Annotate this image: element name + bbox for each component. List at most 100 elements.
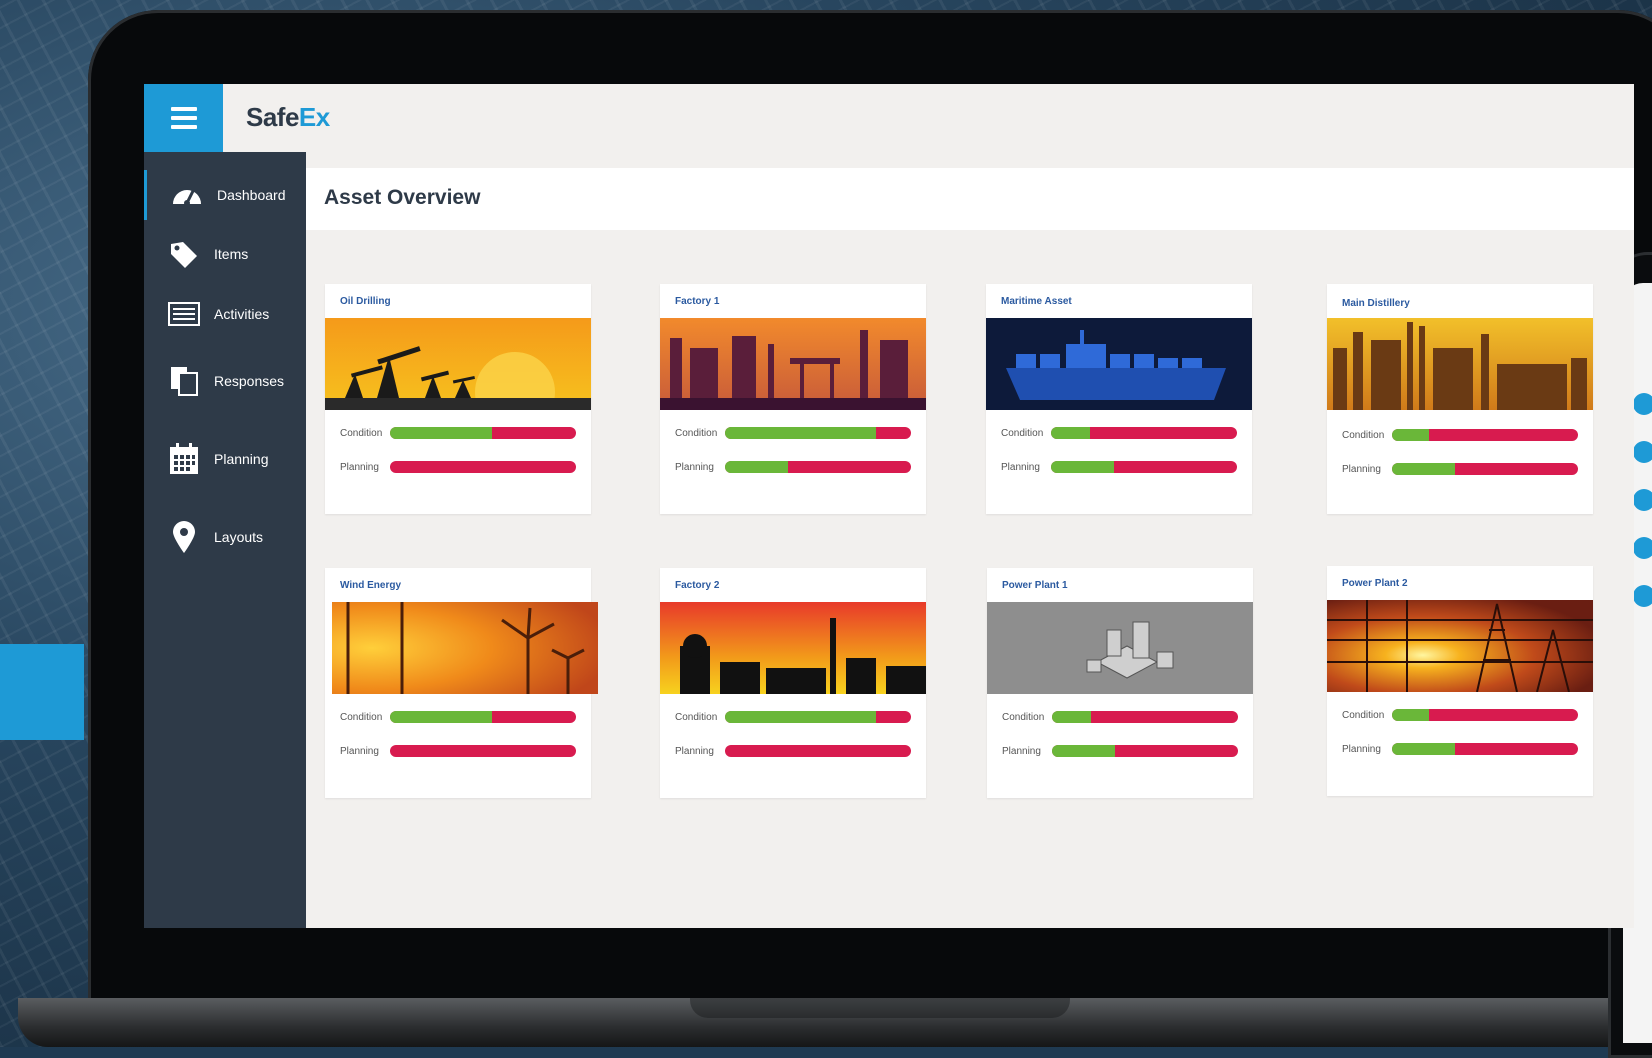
background-accent-block bbox=[0, 644, 84, 740]
app-logo: SafeEx bbox=[246, 102, 330, 133]
metric-label: Condition bbox=[1001, 427, 1044, 439]
hamburger-menu-button[interactable] bbox=[144, 84, 223, 152]
phone-icon bbox=[1633, 537, 1652, 559]
planning-bar bbox=[1392, 463, 1578, 475]
metric-label: Planning bbox=[340, 745, 379, 757]
asset-card-power-plant-2[interactable]: Power Plant 2 Condition Planning bbox=[1327, 566, 1593, 796]
metric-label: Condition bbox=[675, 427, 718, 439]
condition-bar-fill bbox=[725, 427, 876, 439]
planning-metric: Planning bbox=[675, 744, 915, 758]
metric-label: Planning bbox=[675, 461, 714, 473]
sidebar-item-layouts[interactable]: Layouts bbox=[144, 512, 306, 562]
planning-metric: Planning bbox=[1342, 742, 1582, 756]
asset-card-factory-1[interactable]: Factory 1 Condition Planning bbox=[660, 284, 926, 514]
metric-label: Planning bbox=[1001, 461, 1040, 473]
planning-bar bbox=[1051, 461, 1237, 473]
metric-label: Condition bbox=[1342, 429, 1385, 441]
logo-text-ex: Ex bbox=[298, 102, 330, 132]
metric-label: Condition bbox=[1342, 709, 1385, 721]
asset-card-title: Main Distillery bbox=[1342, 298, 1410, 309]
condition-metric: Condition bbox=[1342, 708, 1582, 722]
list-icon bbox=[166, 296, 202, 332]
condition-bar bbox=[390, 427, 576, 439]
planning-metric: Planning bbox=[1001, 460, 1241, 474]
sidebar-item-label: Activities bbox=[214, 306, 270, 322]
asset-card-title: Power Plant 2 bbox=[1342, 578, 1408, 589]
planning-bar-fill bbox=[1392, 463, 1456, 475]
condition-bar bbox=[1392, 429, 1578, 441]
planning-bar bbox=[1392, 743, 1578, 755]
planning-bar bbox=[390, 461, 576, 473]
power-plant-2-image bbox=[1327, 600, 1593, 692]
planning-bar bbox=[390, 745, 576, 757]
main-distillery-image bbox=[1327, 318, 1593, 410]
sidebar-item-activities[interactable]: Activities bbox=[144, 289, 306, 339]
app-screen: SafeEx Dashboard Items Activities Respon… bbox=[144, 84, 1634, 928]
metric-label: Condition bbox=[1002, 711, 1045, 723]
metric-label: Planning bbox=[1342, 743, 1381, 755]
asset-card-main-distillery[interactable]: Main Distillery Condition Planning bbox=[1327, 284, 1593, 514]
sidebar-item-planning[interactable]: Planning bbox=[144, 434, 306, 484]
planning-metric: Planning bbox=[675, 460, 915, 474]
metric-label: Planning bbox=[1002, 745, 1041, 757]
maritime-asset-image bbox=[986, 318, 1252, 410]
asset-card-maritime-asset[interactable]: Maritime Asset Condition Planning bbox=[986, 284, 1252, 514]
condition-metric: Condition bbox=[675, 426, 915, 440]
condition-metric: Condition bbox=[340, 426, 580, 440]
sidebar-item-label: Dashboard bbox=[217, 187, 286, 203]
asset-card-oil-drilling[interactable]: Oil Drilling Condition Planning bbox=[325, 284, 591, 514]
planning-bar-fill bbox=[725, 461, 789, 473]
planning-bar bbox=[725, 745, 911, 757]
tags-icon bbox=[166, 236, 202, 272]
asset-card-title: Power Plant 1 bbox=[1002, 580, 1068, 591]
condition-bar bbox=[725, 427, 911, 439]
sidebar-item-dashboard[interactable]: Dashboard bbox=[144, 170, 309, 220]
planning-bar bbox=[725, 461, 911, 473]
asset-card-wind-energy[interactable]: Wind Energy Condition Planning bbox=[325, 568, 598, 798]
metric-label: Planning bbox=[340, 461, 379, 473]
documents-icon bbox=[166, 363, 202, 399]
sidebar-item-label: Responses bbox=[214, 373, 285, 389]
factory-2-image bbox=[660, 602, 926, 694]
condition-bar-fill bbox=[1392, 429, 1430, 441]
sidebar-item-label: Items bbox=[214, 246, 249, 262]
sidebar-item-responses[interactable]: Responses bbox=[144, 356, 306, 406]
page-title: Asset Overview bbox=[324, 186, 481, 209]
asset-card-title: Wind Energy bbox=[340, 580, 402, 591]
condition-bar-fill bbox=[1392, 709, 1430, 721]
condition-bar bbox=[1051, 427, 1237, 439]
laptop-notch bbox=[690, 998, 1070, 1018]
asset-card-factory-2[interactable]: Factory 2 Condition Planning bbox=[660, 568, 926, 798]
asset-card-title: Oil Drilling bbox=[340, 296, 391, 307]
condition-metric: Condition bbox=[1001, 426, 1241, 440]
condition-bar-fill bbox=[1052, 711, 1092, 723]
page-header: Asset Overview bbox=[306, 168, 1634, 230]
oil-drilling-image bbox=[325, 318, 591, 410]
wind-energy-image bbox=[332, 602, 598, 694]
condition-bar-fill bbox=[390, 427, 493, 439]
phone-icon bbox=[1633, 393, 1652, 415]
sidebar-item-label: Layouts bbox=[214, 529, 264, 545]
asset-card-power-plant-1[interactable]: Power Plant 1 Condition Planning bbox=[987, 568, 1253, 798]
metric-label: Planning bbox=[675, 745, 714, 757]
hamburger-icon bbox=[170, 102, 197, 134]
asset-card-title: Factory 1 bbox=[675, 296, 720, 307]
metric-label: Condition bbox=[340, 427, 383, 439]
calendar-icon bbox=[166, 441, 202, 477]
condition-metric: Condition bbox=[675, 710, 915, 724]
metric-label: Planning bbox=[1342, 463, 1381, 475]
metric-label: Condition bbox=[340, 711, 383, 723]
planning-bar-fill bbox=[1392, 743, 1456, 755]
condition-bar bbox=[1392, 709, 1578, 721]
condition-bar bbox=[1052, 711, 1238, 723]
logo-text-safe: Safe bbox=[246, 102, 299, 132]
planning-metric: Planning bbox=[1002, 744, 1242, 758]
planning-bar bbox=[1052, 745, 1238, 757]
factory-1-image bbox=[660, 318, 926, 410]
phone-icon bbox=[1633, 441, 1652, 463]
phone-icon bbox=[1633, 489, 1652, 511]
condition-bar-fill bbox=[725, 711, 876, 723]
sidebar-item-label: Planning bbox=[214, 451, 269, 467]
sidebar-item-items[interactable]: Items bbox=[144, 229, 306, 279]
planning-metric: Planning bbox=[340, 744, 580, 758]
